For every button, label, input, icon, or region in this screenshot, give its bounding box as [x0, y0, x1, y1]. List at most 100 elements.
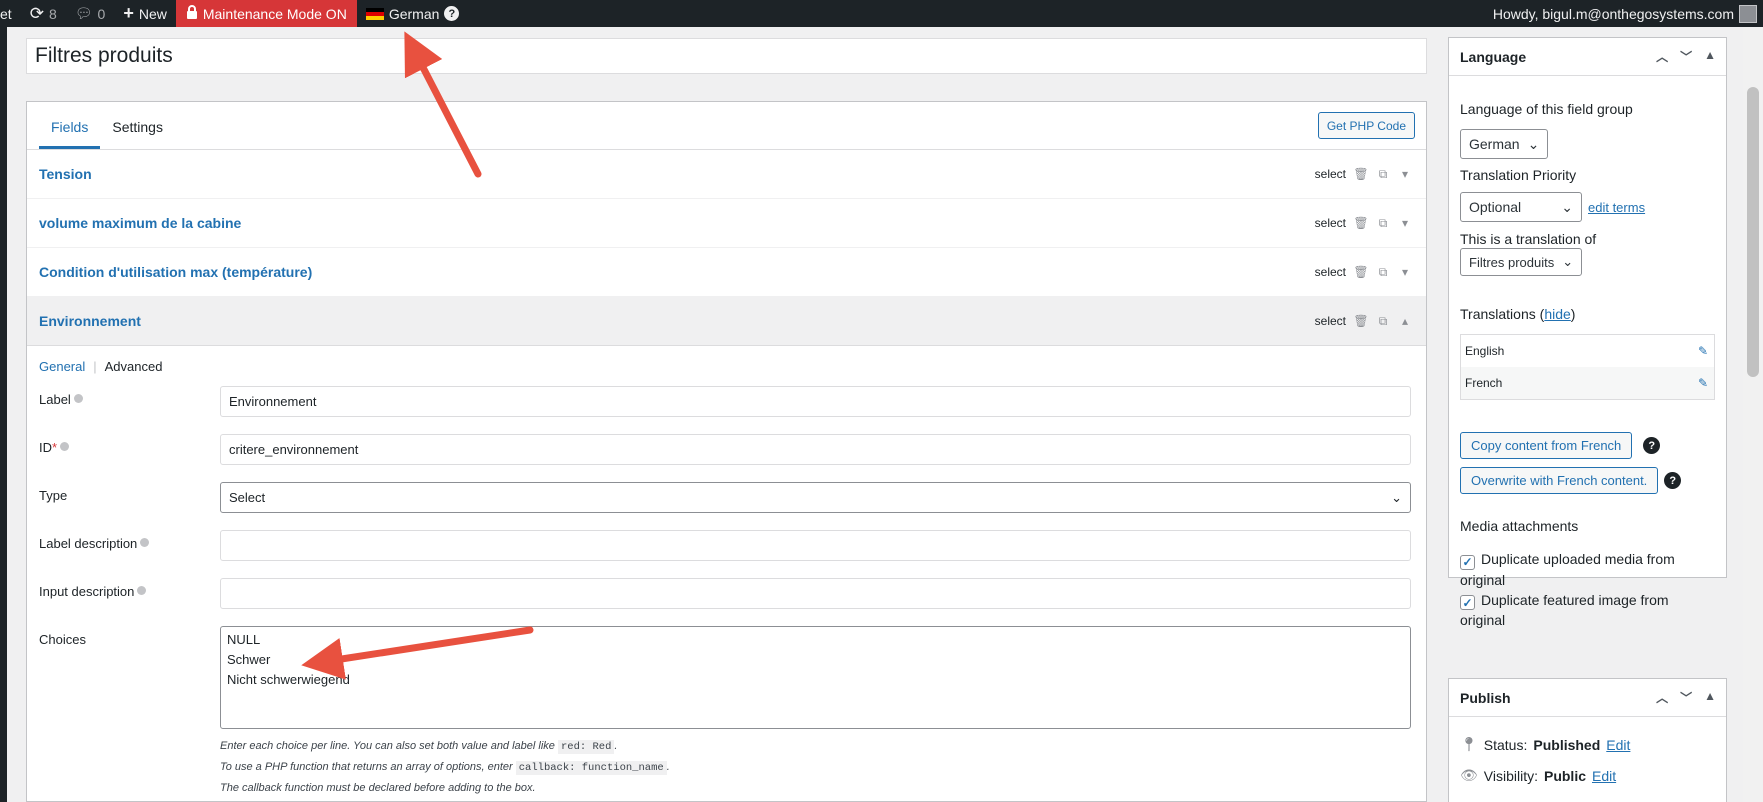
duplicate-icon[interactable]: ⧉: [1376, 314, 1390, 328]
hint-icon[interactable]: [60, 442, 70, 451]
trash-icon[interactable]: 🗑︎: [1353, 167, 1368, 181]
label-description-input[interactable]: [220, 530, 1411, 561]
howdy-label: Howdy, bigul.m@onthegosystems.com: [1492, 5, 1734, 22]
hint-icon[interactable]: [137, 586, 147, 595]
field-name[interactable]: Tension: [39, 166, 92, 182]
trash-icon[interactable]: 🗑︎: [1353, 314, 1368, 328]
comments-menu[interactable]: 💬︎ 0: [66, 0, 115, 27]
page-scrollbar[interactable]: [1743, 27, 1763, 802]
pencil-icon[interactable]: ✎: [1698, 344, 1708, 358]
translations-heading: Translations (hide): [1460, 306, 1576, 322]
updates-menu[interactable]: ⟳ 8: [21, 0, 66, 27]
tab-fields[interactable]: Fields: [39, 119, 101, 149]
translation-of-select[interactable]: Filtres produits ⌄: [1460, 248, 1583, 276]
type-select-value: Select: [229, 490, 266, 505]
plus-icon: +: [123, 3, 134, 23]
new-label: New: [138, 5, 167, 22]
chevron-down-icon[interactable]: ▾: [1398, 265, 1412, 279]
field-row[interactable]: Condition d'utilisation max (température…: [27, 248, 1426, 297]
collapse-icon[interactable]: ▲: [1704, 689, 1716, 706]
my-account-menu[interactable]: Howdy, bigul.m@onthegosystems.com: [1484, 0, 1763, 27]
input-description-input[interactable]: [220, 578, 1411, 609]
chevron-down-icon[interactable]: ﹀: [1680, 689, 1692, 706]
chevron-down-icon[interactable]: ▾: [1398, 167, 1412, 181]
comments-count: 0: [97, 5, 106, 22]
duplicate-icon[interactable]: ⧉: [1376, 167, 1390, 181]
chevron-down-icon: ⌄: [1562, 254, 1574, 269]
language-of-group-label: Language of this field group: [1460, 101, 1633, 117]
hide-link[interactable]: hide: [1544, 306, 1570, 322]
trash-icon[interactable]: 🗑︎: [1353, 265, 1368, 279]
label-input[interactable]: Environnement: [220, 386, 1411, 417]
field-row[interactable]: volume maximum de la cabine select 🗑︎ ⧉ …: [27, 199, 1426, 248]
choices-setting: Choices Enter each choice per line. You …: [27, 626, 1426, 794]
collapse-icon[interactable]: ▲: [1704, 48, 1716, 65]
language-label: German: [388, 5, 440, 22]
language-box-header: Language ︿ ﹀ ▲: [1449, 38, 1726, 76]
language-box-title: Language: [1460, 48, 1527, 65]
translation-of-value: Filtres produits: [1469, 254, 1555, 270]
field-row[interactable]: Tension select 🗑︎ ⧉ ▾: [27, 150, 1426, 199]
type-setting: Type Select ⌄: [27, 482, 1426, 530]
box-controls: ︿ ﹀ ▲: [1656, 48, 1716, 65]
duplicate-featured-option[interactable]: ✓ Duplicate featured image from original: [1460, 590, 1715, 631]
help-icon[interactable]: ?: [1664, 472, 1682, 489]
edit-status-link[interactable]: Edit: [1606, 737, 1630, 753]
help-icon[interactable]: ?: [444, 6, 460, 21]
tab-settings[interactable]: Settings: [100, 119, 175, 149]
id-input[interactable]: critere_environnement: [220, 434, 1411, 465]
duplicate-featured-checkbox[interactable]: ✓: [1460, 595, 1475, 610]
help-icon[interactable]: ?: [1643, 437, 1661, 454]
label-setting: Label Environnement: [27, 386, 1426, 434]
translation-priority-label: Translation Priority: [1460, 167, 1577, 183]
language-box-body: Language of this field group German ⌄ Tr…: [1449, 76, 1726, 641]
scrollbar-thumb[interactable]: [1747, 87, 1759, 377]
chevron-up-icon[interactable]: ︿: [1656, 689, 1668, 706]
get-php-code-button[interactable]: Get PHP Code: [1317, 112, 1415, 139]
hint-icon[interactable]: [73, 394, 83, 403]
new-content-menu[interactable]: + New: [114, 0, 176, 27]
language-select[interactable]: German ⌄: [1460, 129, 1549, 159]
chevron-up-icon[interactable]: ︿: [1656, 48, 1668, 65]
chevron-down-icon[interactable]: ﹀: [1680, 48, 1692, 65]
edit-visibility-link[interactable]: Edit: [1592, 768, 1616, 784]
duplicate-media-option[interactable]: ✓ Duplicate uploaded media from original: [1460, 549, 1715, 590]
duplicate-icon[interactable]: ⧉: [1376, 265, 1390, 279]
subtab-separator: |: [93, 359, 97, 374]
edit-terms-link[interactable]: edit terms: [1588, 200, 1645, 215]
choices-label: Choices: [39, 632, 86, 647]
avatar: [1739, 4, 1757, 23]
type-select[interactable]: Select ⌄: [220, 482, 1411, 513]
subtab-general[interactable]: General: [39, 359, 85, 386]
chevron-down-icon[interactable]: ▾: [1398, 216, 1412, 230]
field-settings-tabs: General | Advanced: [27, 346, 1426, 386]
input-description-setting: Input description: [27, 578, 1426, 626]
maintenance-mode-badge[interactable]: Maintenance Mode ON: [175, 0, 357, 27]
field-name[interactable]: Environnement: [39, 313, 141, 329]
site-name[interactable]: et: [0, 0, 21, 27]
overwrite-content-button[interactable]: Overwrite with French content.: [1460, 467, 1659, 494]
label-description-label: Label description: [39, 536, 150, 551]
post-title-input[interactable]: Filtres produits: [26, 38, 1427, 74]
language-switcher[interactable]: German ?: [357, 0, 469, 27]
subtab-advanced[interactable]: Advanced: [105, 359, 163, 386]
pencil-icon[interactable]: ✎: [1698, 376, 1708, 390]
field-row-open[interactable]: Environnement select 🗑︎ ⧉ ▴: [27, 297, 1426, 346]
chevron-up-icon[interactable]: ▴: [1398, 314, 1412, 328]
priority-select[interactable]: Optional ⌄: [1460, 192, 1582, 222]
field-name[interactable]: volume maximum de la cabine: [39, 215, 241, 231]
translation-language: French: [1465, 376, 1503, 390]
field-type: select: [1314, 265, 1346, 279]
hint-icon[interactable]: [140, 538, 150, 547]
trash-icon[interactable]: 🗑︎: [1353, 216, 1368, 230]
choices-textarea[interactable]: [220, 626, 1411, 729]
chevron-down-icon: ⌄: [1391, 489, 1402, 505]
copy-content-button[interactable]: Copy content from French: [1460, 432, 1633, 459]
duplicate-icon[interactable]: ⧉: [1376, 216, 1390, 230]
label-description-setting: Label description: [27, 530, 1426, 578]
field-name[interactable]: Condition d'utilisation max (température…: [39, 264, 312, 280]
translation-language: English: [1465, 344, 1505, 358]
duplicate-media-checkbox[interactable]: ✓: [1460, 554, 1475, 570]
translation-row: English ✎: [1461, 335, 1714, 367]
german-flag-icon: [365, 7, 384, 20]
